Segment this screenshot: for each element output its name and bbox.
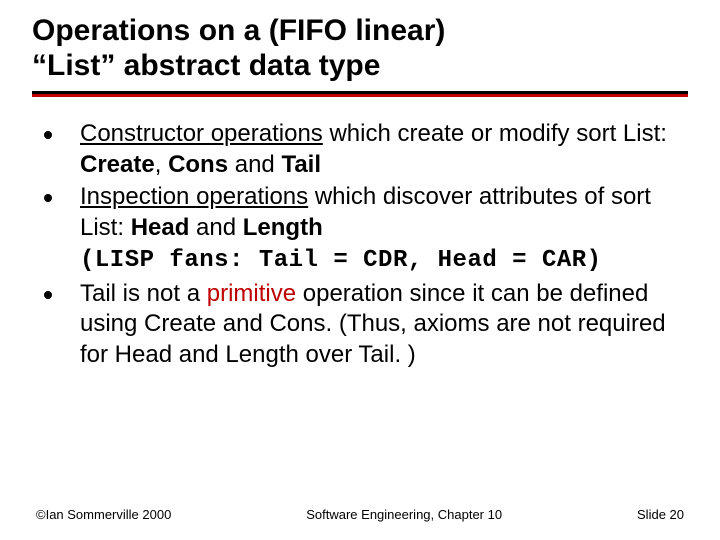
monospace-note: (LISP fans: Tail = CDR, Head = CAR)	[80, 247, 602, 274]
bullet-text-3: Tail is not a primitive operation since …	[80, 279, 688, 371]
keyword: Head	[131, 214, 190, 241]
bullet-icon	[44, 291, 52, 299]
underline-text: Inspection operations	[80, 183, 308, 210]
footer-left: ©Ian Sommerville 2000	[36, 507, 171, 522]
keyword: Length	[243, 214, 323, 241]
plain-text: which create or modify sort List:	[323, 120, 667, 147]
footer-right: Slide 20	[637, 507, 684, 522]
keyword: Cons	[168, 151, 228, 178]
title-line-2: “List” abstract data type	[32, 49, 380, 82]
keyword: Create	[80, 151, 155, 178]
title-line-1: Operations on a (FIFO linear)	[32, 14, 445, 47]
plain-text: and	[228, 151, 281, 178]
plain-text: ,	[155, 151, 168, 178]
slide-footer: ©Ian Sommerville 2000 Software Engineeri…	[0, 507, 720, 522]
footer-center: Software Engineering, Chapter 10	[171, 507, 637, 522]
list-item: Inspection operations which discover att…	[38, 182, 688, 276]
slide-body: Constructor operations which create or m…	[32, 119, 688, 371]
rule-red	[32, 94, 688, 97]
list-item: Tail is not a primitive operation since …	[38, 279, 688, 371]
bullet-icon	[44, 194, 52, 202]
bullet-text-1: Constructor operations which create or m…	[80, 119, 688, 180]
plain-text: Tail is not a	[80, 280, 207, 307]
underline-text: Constructor operations	[80, 120, 323, 147]
plain-text: and	[189, 214, 242, 241]
keyword: Tail	[281, 151, 321, 178]
bullet-text-2: Inspection operations which discover att…	[80, 182, 688, 276]
slide-title: Operations on a (FIFO linear) “List” abs…	[32, 14, 688, 83]
bullet-icon	[44, 131, 52, 139]
list-item: Constructor operations which create or m…	[38, 119, 688, 180]
highlight-text: primitive	[207, 280, 296, 307]
slide: Operations on a (FIFO linear) “List” abs…	[0, 0, 720, 540]
